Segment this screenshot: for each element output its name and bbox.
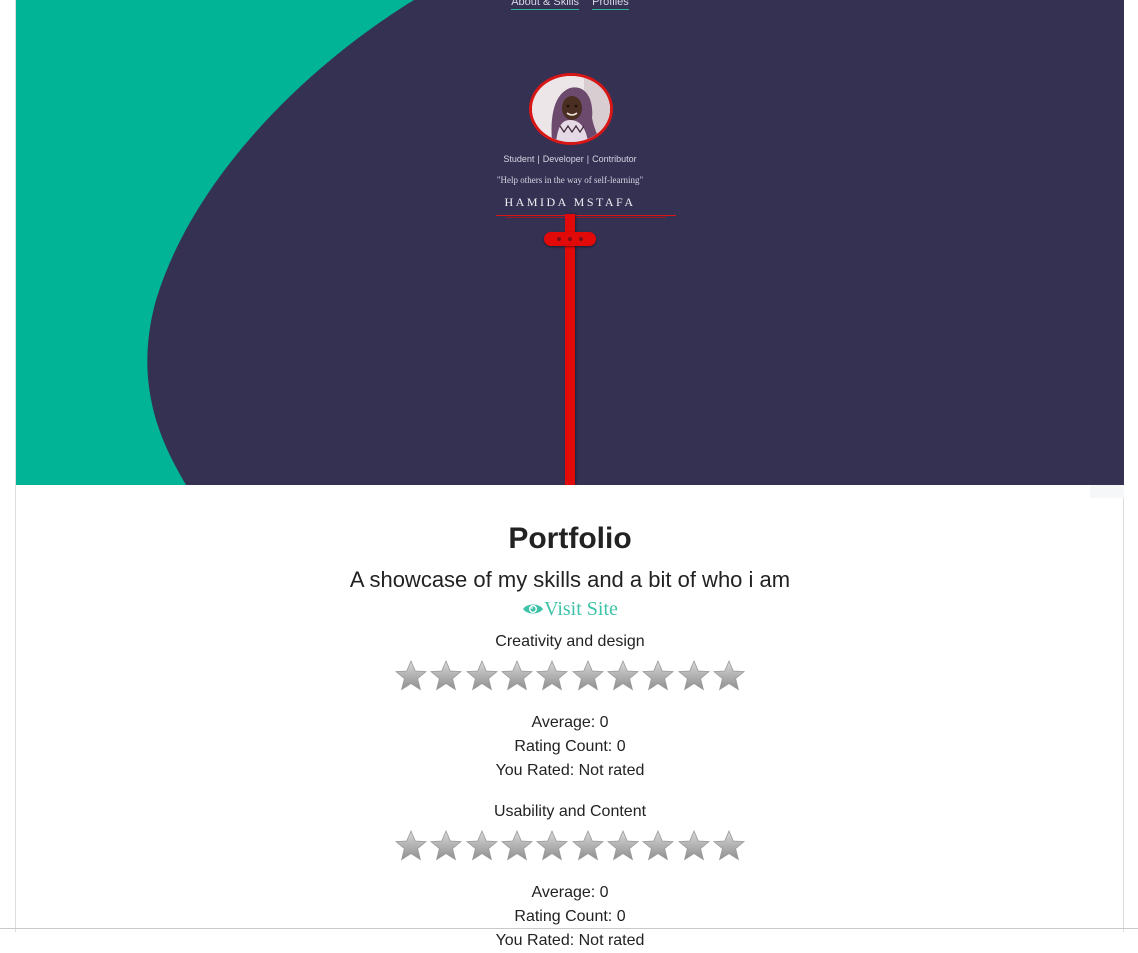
decorative-pole xyxy=(565,214,575,485)
page-subtitle: A showcase of my skills and a bit of who… xyxy=(349,567,791,592)
rating-count: Rating Count: 0 xyxy=(514,908,626,925)
star-icon[interactable] xyxy=(429,659,463,693)
rating-label: Creativity and design xyxy=(495,633,645,650)
nav-link-profiles[interactable]: Profiles xyxy=(592,0,629,10)
menu-dot-icon xyxy=(568,237,572,241)
star-icon[interactable] xyxy=(571,829,605,863)
rating-stats: Average: 0 Rating Count: 0 You Rated: No… xyxy=(16,881,1124,953)
eye-icon xyxy=(523,604,544,614)
star-icon[interactable] xyxy=(394,829,428,863)
role-student: Student xyxy=(503,154,535,164)
star-icon[interactable] xyxy=(677,829,711,863)
rating-label: Usability and Content xyxy=(493,803,647,820)
star-icon[interactable] xyxy=(606,829,640,863)
name-underline-shadow xyxy=(506,217,666,218)
star-rating-widget[interactable] xyxy=(16,829,1124,865)
star-icon[interactable] xyxy=(641,659,675,693)
avatar xyxy=(529,73,613,145)
role-contributor: Contributor xyxy=(592,154,637,164)
rating-average: Average: 0 xyxy=(531,884,609,901)
visit-site-link[interactable]: Visit Site xyxy=(16,598,1124,621)
rating-count: Rating Count: 0 xyxy=(514,738,626,755)
rating-you-rated: You Rated: Not rated xyxy=(495,762,645,779)
star-icon[interactable] xyxy=(394,659,428,693)
star-icon[interactable] xyxy=(535,659,569,693)
page-title: Portfolio xyxy=(508,522,632,555)
star-icon[interactable] xyxy=(465,659,499,693)
menu-dot-icon xyxy=(579,237,583,241)
profile-quote: "Help others in the way of self-learning… xyxy=(496,175,644,185)
star-icon[interactable] xyxy=(677,659,711,693)
star-icon[interactable] xyxy=(465,829,499,863)
star-icon[interactable] xyxy=(429,829,463,863)
role-developer: Developer xyxy=(542,154,584,164)
star-rating-widget[interactable] xyxy=(16,659,1124,695)
role-separator: | xyxy=(586,154,590,164)
viewport-bottom-border xyxy=(0,928,1138,929)
rating-usability-content: Usability and Content Average: 0 Rating … xyxy=(16,803,1124,953)
rating-you-rated: You Rated: Not rated xyxy=(495,932,645,949)
menu-toggle-button[interactable] xyxy=(544,232,596,246)
profile-photo xyxy=(532,76,610,142)
menu-dot-icon xyxy=(557,237,561,241)
role-separator: | xyxy=(537,154,540,164)
rating-stats: Average: 0 Rating Count: 0 You Rated: No… xyxy=(16,711,1124,783)
hero-banner: About & Skills Profiles Student | Develope… xyxy=(16,0,1124,485)
star-icon[interactable] xyxy=(641,829,675,863)
profile-roles: Student | Developer | Contributor xyxy=(16,154,1124,164)
star-icon[interactable] xyxy=(712,829,746,863)
profile-name: HAMIDA MSTAFA xyxy=(504,195,636,209)
scroll-stub xyxy=(1090,485,1124,498)
visit-site-label: Visit Site xyxy=(544,598,618,620)
star-icon[interactable] xyxy=(712,659,746,693)
star-icon[interactable] xyxy=(535,829,569,863)
star-icon[interactable] xyxy=(500,829,534,863)
star-icon[interactable] xyxy=(500,659,534,693)
star-icon[interactable] xyxy=(571,659,605,693)
rating-creativity-design: Creativity and design Average: 0 Rating … xyxy=(16,633,1124,783)
top-nav: About & Skills Profiles xyxy=(16,0,1124,10)
rating-average: Average: 0 xyxy=(531,714,609,731)
name-underline xyxy=(496,215,676,216)
star-icon[interactable] xyxy=(606,659,640,693)
nav-link-about-skills[interactable]: About & Skills xyxy=(511,0,580,10)
